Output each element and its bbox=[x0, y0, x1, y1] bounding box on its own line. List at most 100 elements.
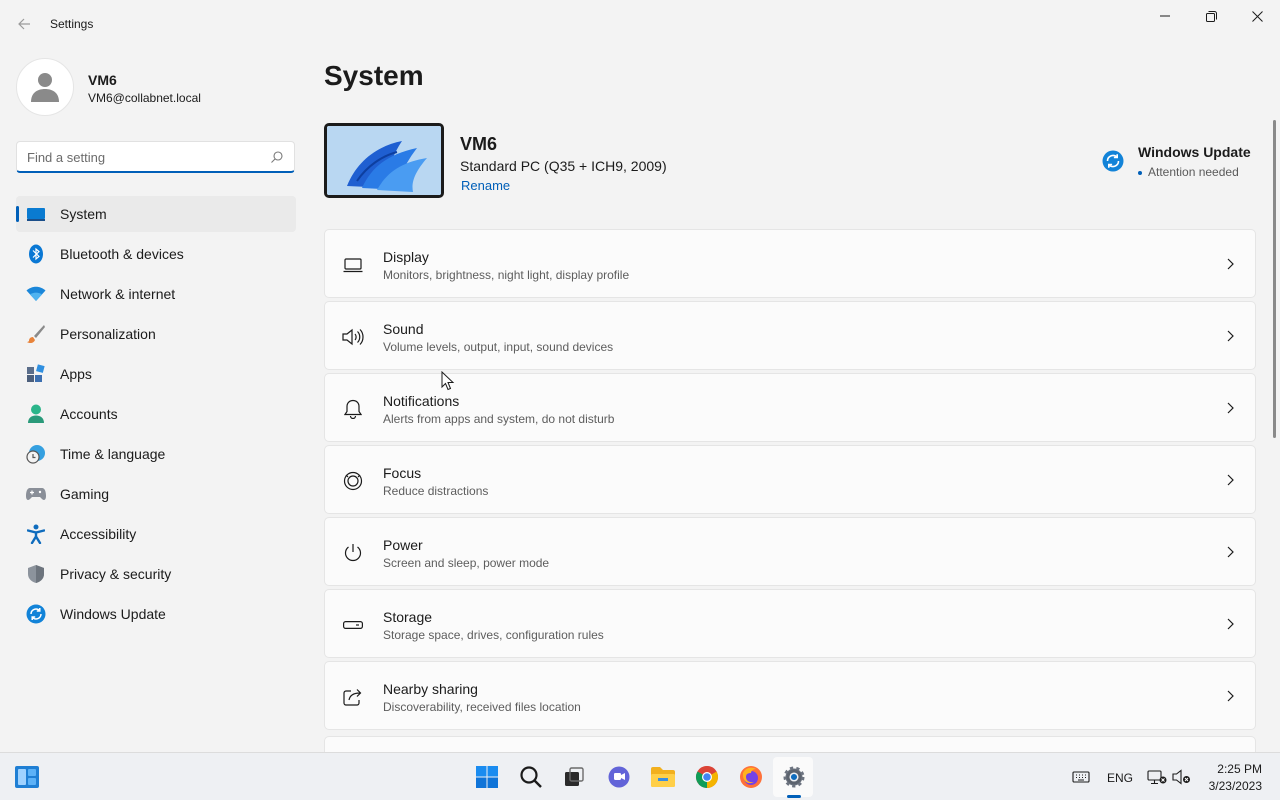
card-sound[interactable]: Sound Volume levels, output, input, soun… bbox=[324, 301, 1256, 370]
title-bar: Settings bbox=[0, 0, 1280, 48]
app-title: Settings bbox=[50, 17, 94, 31]
speaker-muted-icon[interactable] bbox=[1172, 769, 1192, 785]
card-title: Nearby sharing bbox=[383, 681, 478, 697]
sidebar-item-label: Network & internet bbox=[60, 286, 176, 302]
windows-bloom-wallpaper-icon bbox=[327, 126, 441, 195]
chevron-right-icon bbox=[1227, 546, 1234, 558]
card-subtitle: Storage space, drives, configuration rul… bbox=[383, 628, 604, 642]
card-title: Power bbox=[383, 537, 423, 553]
maximize-icon bbox=[1205, 10, 1217, 22]
task-view-button[interactable] bbox=[560, 763, 588, 791]
sidebar-item-label: Time & language bbox=[60, 446, 166, 462]
card-power[interactable]: Power Screen and sleep, power mode bbox=[324, 517, 1256, 586]
user-name: VM6 bbox=[88, 72, 117, 88]
language-indicator[interactable]: ENG bbox=[1107, 771, 1133, 785]
card-title: Focus bbox=[383, 465, 422, 481]
settings-button[interactable] bbox=[780, 763, 808, 791]
sidebar-item-accounts[interactable]: Accounts bbox=[16, 396, 296, 432]
chevron-right-icon bbox=[1227, 330, 1234, 342]
card-subtitle: Volume levels, output, input, sound devi… bbox=[383, 340, 614, 354]
scrollbar[interactable] bbox=[1273, 120, 1276, 438]
bell-icon bbox=[342, 398, 364, 420]
chevron-right-icon bbox=[1227, 690, 1234, 702]
sidebar-item-gaming[interactable]: Gaming bbox=[16, 476, 296, 512]
chevron-right-icon bbox=[1227, 258, 1234, 270]
teams-chat-button[interactable] bbox=[605, 763, 633, 791]
sidebar-item-accessibility[interactable]: Accessibility bbox=[16, 516, 296, 552]
device-thumbnail bbox=[324, 123, 444, 198]
card-nearby-sharing[interactable]: Nearby sharing Discoverability, received… bbox=[324, 661, 1256, 730]
user-profile[interactable]: VM6 VM6@collabnet.local bbox=[16, 58, 296, 122]
sidebar-item-label: Privacy & security bbox=[60, 566, 172, 582]
device-model: Standard PC (Q35 + ICH9, 2009) bbox=[460, 158, 667, 174]
taskbar-search-button[interactable] bbox=[517, 763, 545, 791]
rename-link[interactable]: Rename bbox=[461, 178, 510, 193]
widgets-button[interactable] bbox=[14, 765, 42, 791]
active-app-indicator bbox=[787, 795, 801, 798]
chrome-button[interactable] bbox=[693, 763, 721, 791]
taskbar: ENG 2:25 PM 3/23/2023 bbox=[0, 752, 1280, 800]
search-icon bbox=[520, 766, 542, 788]
storage-icon bbox=[342, 614, 364, 636]
sidebar-item-windows-update[interactable]: Windows Update bbox=[16, 596, 296, 632]
sidebar-item-personalization[interactable]: Personalization bbox=[16, 316, 296, 352]
sidebar-item-bluetooth[interactable]: Bluetooth & devices bbox=[16, 236, 296, 272]
sidebar-item-privacy[interactable]: Privacy & security bbox=[16, 556, 296, 592]
firefox-icon bbox=[740, 766, 762, 788]
card-notifications[interactable]: Notifications Alerts from apps and syste… bbox=[324, 373, 1256, 442]
sidebar-item-label: Gaming bbox=[60, 486, 110, 502]
windows-update-status-text: Attention needed bbox=[1148, 165, 1239, 179]
wifi-icon bbox=[26, 284, 46, 304]
user-icon bbox=[31, 73, 59, 102]
mouse-cursor-icon bbox=[441, 371, 455, 391]
clock-time[interactable]: 2:25 PM bbox=[1210, 762, 1262, 776]
apps-icon bbox=[26, 364, 46, 384]
card-subtitle: Monitors, brightness, night light, displ… bbox=[383, 268, 630, 282]
windows-update-icon bbox=[26, 604, 46, 624]
restore-button[interactable] bbox=[1188, 0, 1234, 32]
shield-icon bbox=[26, 564, 46, 584]
clock-date[interactable]: 3/23/2023 bbox=[1200, 779, 1262, 793]
start-button[interactable] bbox=[473, 763, 501, 791]
sidebar-item-network[interactable]: Network & internet bbox=[16, 276, 296, 312]
card-storage[interactable]: Storage Storage space, drives, configura… bbox=[324, 589, 1256, 658]
device-name: VM6 bbox=[460, 134, 498, 154]
status-dot bbox=[1138, 170, 1142, 175]
sidebar-item-apps[interactable]: Apps bbox=[16, 356, 296, 392]
accessibility-icon bbox=[26, 524, 46, 544]
avatar bbox=[16, 58, 74, 116]
settings-icon bbox=[783, 766, 805, 788]
search-input[interactable] bbox=[27, 148, 257, 166]
card-subtitle: Reduce distractions bbox=[383, 484, 489, 498]
windows-update-status[interactable]: Windows Update Attention needed bbox=[1100, 142, 1260, 182]
touch-keyboard-icon[interactable] bbox=[1072, 769, 1090, 785]
card-display[interactable]: Display Monitors, brightness, night ligh… bbox=[324, 229, 1256, 298]
sidebar-item-label: Bluetooth & devices bbox=[60, 246, 184, 262]
minimize-button[interactable] bbox=[1142, 0, 1188, 32]
sidebar-item-system[interactable]: System bbox=[16, 196, 296, 232]
network-disconnected-icon[interactable] bbox=[1147, 769, 1167, 785]
focus-icon bbox=[342, 470, 364, 492]
bluetooth-icon bbox=[26, 244, 46, 264]
search-box[interactable] bbox=[16, 141, 295, 173]
system-icon bbox=[26, 204, 46, 224]
chevron-right-icon bbox=[1227, 402, 1234, 414]
search-icon bbox=[271, 151, 283, 163]
sidebar-nav: System Bluetooth & devices Network & int… bbox=[16, 196, 296, 636]
card-focus[interactable]: Focus Reduce distractions bbox=[324, 445, 1256, 514]
brush-icon bbox=[26, 324, 46, 344]
file-explorer-icon bbox=[651, 767, 675, 787]
firefox-button[interactable] bbox=[737, 763, 765, 791]
sidebar-item-label: Personalization bbox=[60, 326, 156, 342]
back-button[interactable] bbox=[12, 12, 36, 36]
sidebar-item-time-language[interactable]: Time & language bbox=[16, 436, 296, 472]
card-title: Sound bbox=[383, 321, 424, 337]
power-icon bbox=[342, 542, 364, 564]
widgets-icon bbox=[15, 766, 39, 788]
share-icon bbox=[342, 686, 364, 708]
task-view-icon bbox=[565, 767, 584, 786]
sidebar-item-label: Apps bbox=[60, 366, 92, 382]
close-button[interactable] bbox=[1234, 0, 1280, 32]
chrome-icon bbox=[696, 766, 718, 788]
file-explorer-button[interactable] bbox=[649, 763, 677, 791]
